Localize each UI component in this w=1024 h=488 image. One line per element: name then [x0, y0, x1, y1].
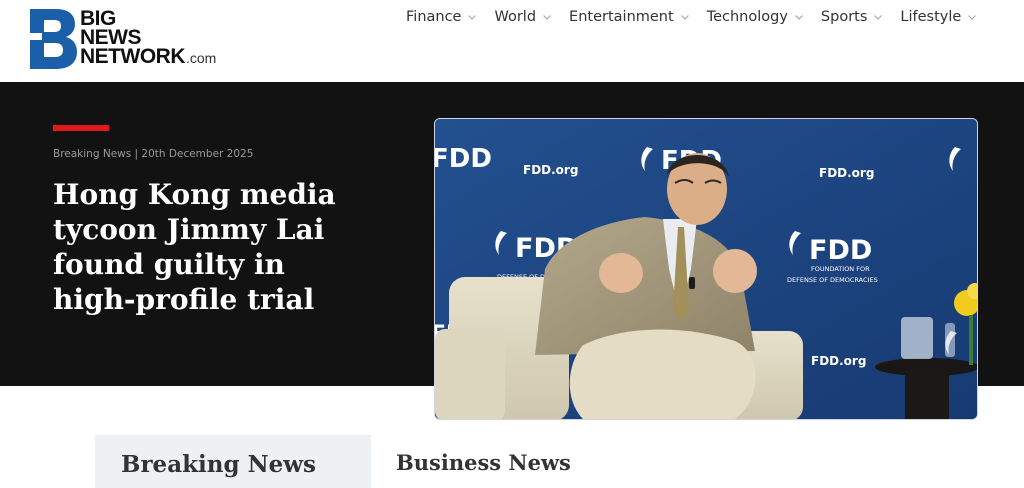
accent-bar — [53, 125, 109, 131]
nav-item-sports[interactable]: Sports — [821, 9, 883, 25]
backdrop-site-text: FDD.org — [523, 163, 578, 177]
breaking-news-heading: Breaking News — [121, 451, 316, 478]
article-hero-image[interactable]: FDD FDD.org FDD.org FDD.org FDD FDD DEFE… — [434, 118, 978, 420]
nav-label: Lifestyle — [900, 9, 962, 25]
backdrop-logo-text: FDD — [809, 235, 872, 266]
big-b-logo-mark — [28, 9, 77, 69]
nav-label: Technology — [706, 9, 788, 25]
nav-label: Sports — [820, 9, 868, 25]
logo-suffix: .com — [186, 50, 217, 66]
business-news-heading: Business News — [396, 450, 571, 475]
backdrop-sub-text: FOUNDATION FOR — [811, 265, 870, 273]
logo-line-network: NETWORK — [80, 45, 186, 68]
nav-item-technology[interactable]: Technology — [707, 9, 804, 25]
breaking-news-panel: Breaking News — [95, 435, 371, 488]
site-header: BIG NEWS NETWORK.com Finance World Enter… — [0, 0, 1024, 82]
nav-item-entertainment[interactable]: Entertainment — [569, 9, 690, 25]
chevron-down-icon — [874, 15, 883, 20]
hero-photo: FDD FDD.org FDD.org FDD.org FDD FDD DEFE… — [435, 119, 977, 419]
article-meta: Breaking News | 20th December 2025 — [53, 148, 254, 160]
backdrop-sub-text: DEFENSE OF DEMOCRACIES — [787, 276, 878, 284]
logo-wordmark: BIG NEWS NETWORK.com — [80, 8, 217, 68]
chevron-down-icon — [468, 15, 477, 20]
backdrop-site-text: FDD.org — [811, 354, 866, 368]
nav-item-finance[interactable]: Finance — [406, 9, 477, 25]
backdrop-logo-text: FDD — [435, 144, 492, 174]
nav-label: Finance — [406, 9, 462, 25]
backdrop-site-text: FDD.org — [819, 166, 874, 180]
site-logo[interactable]: BIG NEWS NETWORK.com — [28, 8, 258, 73]
chevron-down-icon — [794, 15, 803, 20]
chevron-down-icon — [543, 15, 551, 20]
chevron-down-icon — [968, 15, 977, 20]
nav-item-world[interactable]: World — [494, 9, 552, 25]
nav-item-lifestyle[interactable]: Lifestyle — [900, 9, 977, 25]
main-nav: Finance World Entertainment Technology S… — [406, 9, 994, 25]
nav-label: Entertainment — [569, 9, 674, 25]
article-headline[interactable]: Hong Kong media tycoon Jimmy Lai found g… — [53, 177, 353, 317]
nav-label: World — [494, 9, 537, 25]
chevron-down-icon — [680, 15, 689, 20]
hero-section: Breaking News | 20th December 2025 Hong … — [0, 82, 1024, 420]
